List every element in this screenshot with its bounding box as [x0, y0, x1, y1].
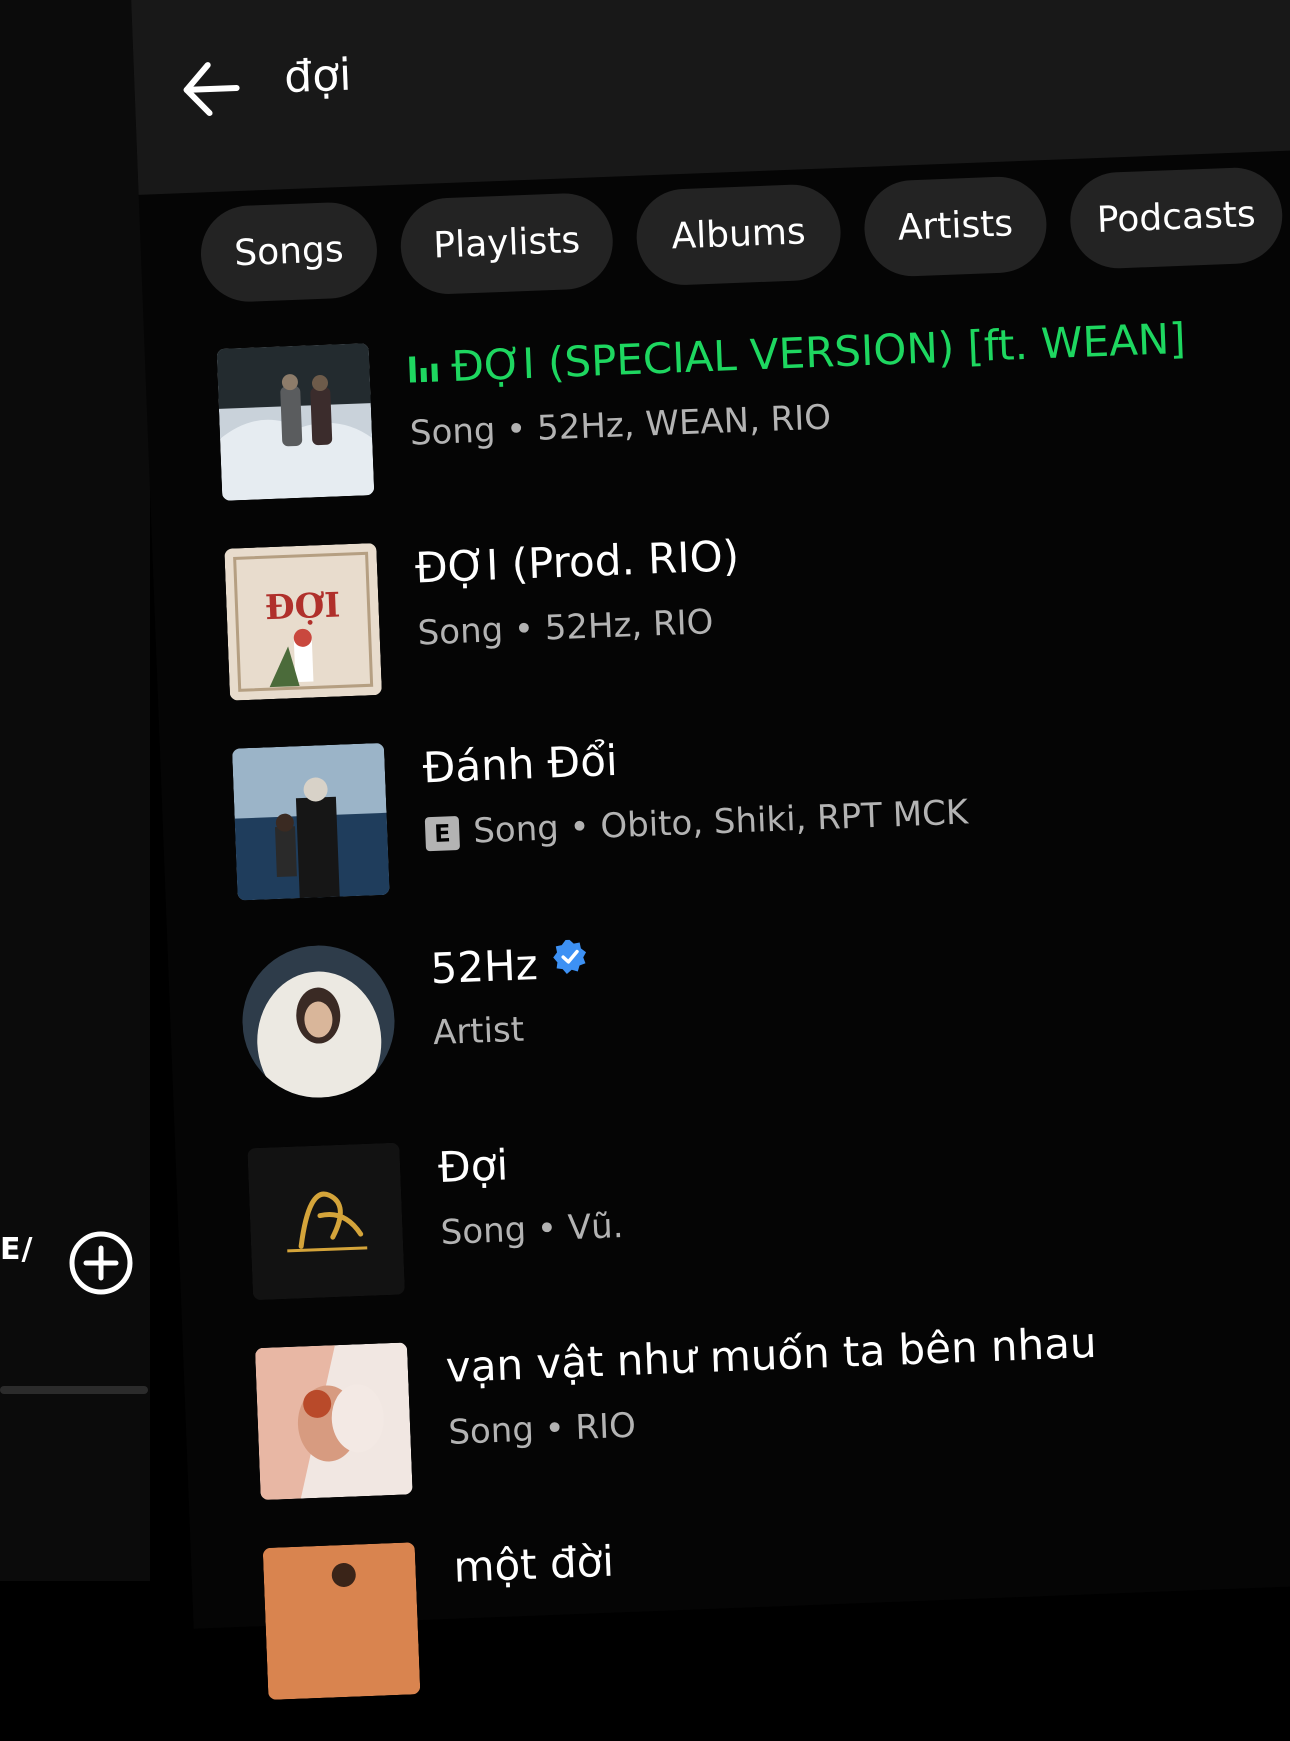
chip-podcasts[interactable]: Podcasts	[1068, 165, 1285, 271]
result-row[interactable]: vạn vật như muốn ta bên nhau Song • RIO	[254, 1296, 1290, 1538]
result-title: Đánh Đổi	[421, 735, 619, 793]
add-circle-icon[interactable]	[68, 1230, 134, 1296]
result-meta: Song • Vũ.	[439, 1206, 625, 1253]
results-list: ĐỢI (SPECIAL VERSION) [ft. WEAN] Song • …	[216, 297, 1290, 1738]
result-row[interactable]: ĐỢI (SPECIAL VERSION) [ft. WEAN] Song • …	[216, 297, 1290, 539]
ocean-portrait-cover	[231, 742, 390, 901]
truncated-label: E/	[0, 1232, 34, 1267]
left-pane: E/	[0, 0, 150, 1581]
result-title: một đời	[452, 1536, 615, 1592]
search-panel: đợi Songs Playlists Albums Artists Podca…	[130, 0, 1290, 1700]
result-title: 52Hz	[430, 937, 591, 993]
search-query[interactable]: đợi	[283, 50, 352, 104]
result-title: ĐỢI (Prod. RIO)	[414, 531, 740, 593]
chip-songs[interactable]: Songs	[199, 200, 379, 304]
explicit-badge: E	[424, 816, 461, 852]
now-playing-icon	[409, 356, 439, 383]
chip-playlists[interactable]: Playlists	[399, 191, 615, 296]
result-row[interactable]: Đợi Song • Vũ.	[247, 1096, 1290, 1338]
snowy-couple-cover	[216, 343, 375, 501]
orange-cover	[262, 1542, 421, 1700]
chip-artists[interactable]: Artists	[862, 175, 1049, 278]
divider	[0, 1386, 148, 1394]
gold-script-cover	[247, 1142, 406, 1301]
filter-chips: Songs Playlists Albums Artists Podcasts	[199, 165, 1285, 308]
result-meta: Song • RIO	[447, 1405, 637, 1453]
doi-beige-cover: ĐỢI	[224, 542, 383, 701]
result-title: Đợi	[437, 1140, 510, 1193]
result-title: ĐỢI (SPECIAL VERSION) [ft. WEAN]	[407, 314, 1187, 393]
result-meta: Artist	[432, 1009, 525, 1054]
back-arrow-icon[interactable]	[177, 56, 243, 122]
result-row[interactable]: một đời	[262, 1496, 1290, 1738]
result-title: vạn vật như muốn ta bên nhau	[444, 1317, 1098, 1392]
artist-avatar	[239, 942, 398, 1101]
search-header: đợi	[130, 0, 1290, 195]
result-row[interactable]: ĐỢI ĐỢI (Prod. RIO) Song • 52Hz, RIO	[224, 497, 1290, 739]
wedding-kiss-cover	[254, 1342, 413, 1501]
result-row[interactable]: Đánh Đổi E Song • Obito, Shiki, RPT MCK	[231, 696, 1290, 938]
result-meta: Song • 52Hz, WEAN, RIO	[409, 397, 832, 454]
result-meta: Song • 52Hz, RIO	[416, 602, 715, 654]
svg-text:ĐỢI: ĐỢI	[264, 585, 341, 628]
verified-badge-icon	[553, 939, 587, 974]
result-meta: E Song • Obito, Shiki, RPT MCK	[424, 792, 969, 853]
result-row[interactable]: 52Hz Artist	[239, 896, 1290, 1138]
chip-albums[interactable]: Albums	[634, 182, 843, 287]
